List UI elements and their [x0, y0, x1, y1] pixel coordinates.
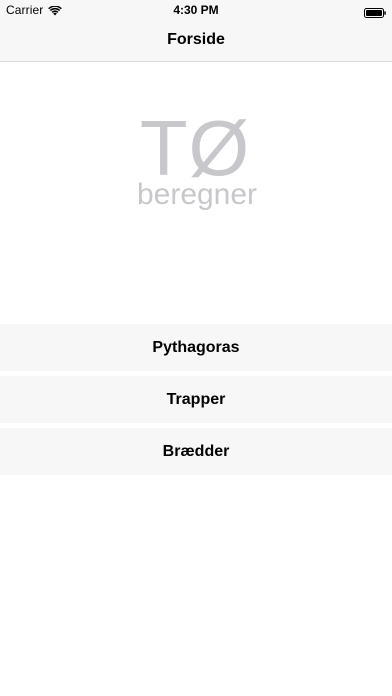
battery-icon: [364, 5, 386, 18]
main-menu: Pythagoras Trapper Brædder: [0, 324, 392, 480]
menu-item-trapper[interactable]: Trapper: [0, 376, 392, 423]
navigation-bar: Forside: [0, 20, 392, 62]
menu-item-label: Pythagoras: [152, 338, 240, 356]
logo-main-text: TØ: [139, 104, 251, 192]
logo-sub-text: beregner: [136, 178, 258, 211]
menu-item-braedder[interactable]: Brædder: [0, 428, 392, 475]
page-title: Forside: [167, 31, 225, 48]
status-bar: Carrier 4:30 PM: [0, 0, 392, 20]
menu-item-pythagoras[interactable]: Pythagoras: [0, 324, 392, 371]
status-time: 4:30 PM: [173, 3, 219, 17]
app-logo: TØ beregner: [0, 104, 392, 211]
menu-item-label: Trapper: [166, 390, 226, 408]
menu-item-label: Brædder: [162, 442, 230, 460]
